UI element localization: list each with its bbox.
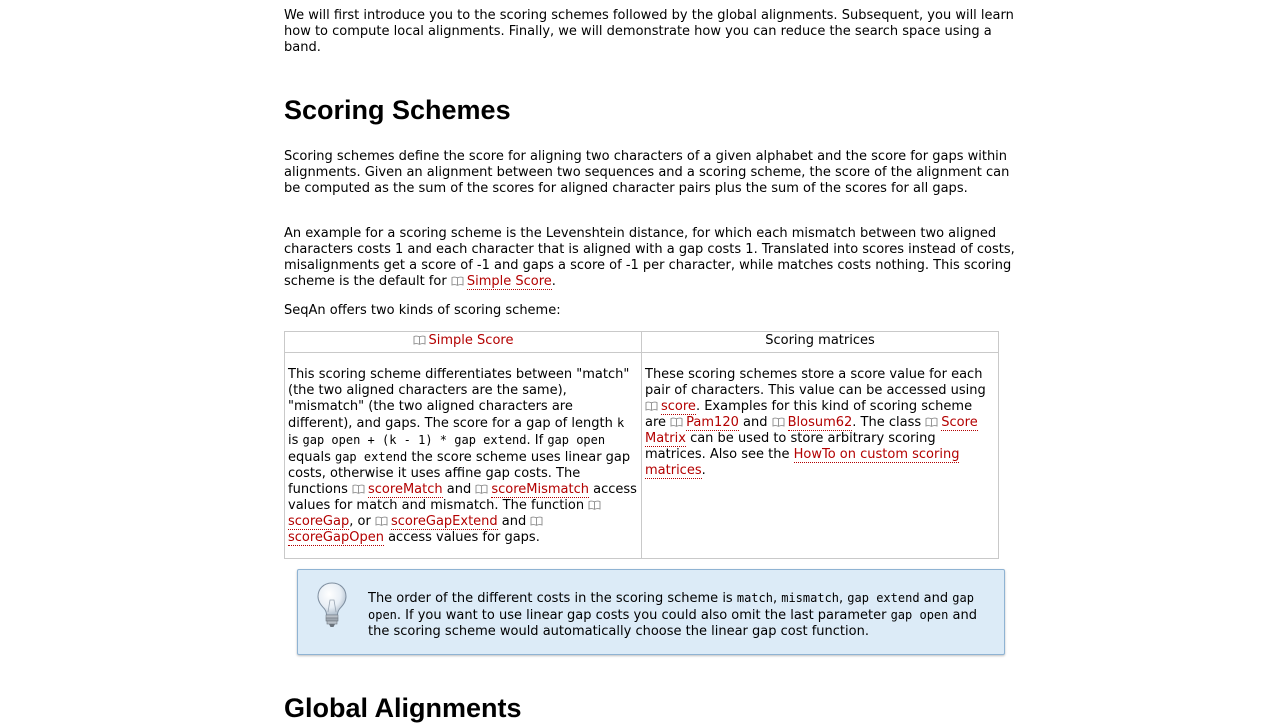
- code-gap-open: gap open: [890, 608, 949, 622]
- text: and: [738, 415, 772, 430]
- code-gap-open: gap open: [547, 433, 606, 447]
- tip-note-text: The order of the different costs in the …: [368, 590, 993, 640]
- text: .: [701, 463, 706, 478]
- score-gap-link[interactable]: scoreGap: [288, 514, 350, 530]
- levenshtein-paragraph: An example for a scoring scheme is the L…: [284, 226, 1019, 290]
- book-icon: [925, 417, 938, 427]
- text: equals: [288, 450, 335, 465]
- table-header-simple-score: Simple Score: [284, 331, 642, 353]
- text: The order of the different costs in the …: [368, 591, 737, 606]
- book-icon: [451, 276, 464, 286]
- table-header-scoring-matrices: Scoring matrices: [641, 331, 999, 353]
- tip-note-box: The order of the different costs in the …: [297, 569, 1005, 655]
- code-gap-formula: gap open + (k - 1) * gap extend: [302, 433, 527, 447]
- pam120-link[interactable]: Pam120: [686, 415, 739, 431]
- scoring-kinds-table: Simple Score Scoring matrices This scori…: [284, 331, 999, 559]
- text: and: [442, 482, 476, 497]
- text: ,: [772, 591, 782, 606]
- period: .: [551, 274, 556, 289]
- book-icon: [530, 516, 543, 526]
- text: is: [288, 433, 303, 448]
- scoring-matrices-description: These scoring schemes store a score valu…: [641, 352, 999, 559]
- lightbulb-icon: [317, 582, 347, 627]
- book-icon: [375, 516, 388, 526]
- section-title-scoring-schemes: Scoring Schemes: [284, 95, 511, 125]
- levenshtein-text: An example for a scoring scheme is the L…: [284, 226, 1015, 289]
- kinds-paragraph: SeqAn offers two kinds of scoring scheme…: [284, 303, 561, 318]
- simple-score-description: This scoring scheme differentiates betwe…: [284, 352, 642, 559]
- text: and: [497, 514, 531, 529]
- score-link[interactable]: score: [661, 399, 696, 415]
- blosum62-link[interactable]: Blosum62: [787, 415, 853, 431]
- text: . The class: [852, 415, 926, 430]
- code-match: match: [736, 591, 773, 605]
- code-gap-extend: gap extend: [334, 450, 408, 464]
- text: . If you want to use linear gap costs yo…: [396, 608, 891, 623]
- score-gap-extend-link[interactable]: scoreGapExtend: [390, 514, 498, 530]
- book-icon: [670, 417, 683, 427]
- code-k: k: [616, 416, 625, 430]
- score-mismatch-link[interactable]: scoreMismatch: [491, 482, 590, 498]
- score-match-link[interactable]: scoreMatch: [368, 482, 443, 498]
- book-icon: [475, 484, 488, 494]
- scoring-schemes-paragraph: Scoring schemes define the score for ali…: [284, 149, 1010, 196]
- simple-score-link[interactable]: Simple Score: [466, 274, 552, 290]
- text: . If: [526, 433, 548, 448]
- text: and: [919, 591, 953, 606]
- code-gap-extend: gap extend: [847, 591, 920, 605]
- code-mismatch: mismatch: [781, 591, 840, 605]
- simple-score-header-link[interactable]: Simple Score: [429, 333, 514, 348]
- book-icon: [588, 500, 601, 510]
- text: , or: [349, 514, 375, 529]
- text: access values for gaps.: [383, 530, 540, 545]
- book-icon: [772, 417, 785, 427]
- text: This scoring scheme differentiates betwe…: [288, 367, 630, 431]
- book-icon: [352, 484, 365, 494]
- section-title-global-alignments: Global Alignments: [284, 693, 522, 723]
- text: These scoring schemes store a score valu…: [645, 367, 986, 398]
- score-gap-open-link[interactable]: scoreGapOpen: [288, 530, 384, 546]
- doc-content: We will first introduce you to the scori…: [284, 8, 1019, 723]
- intro-paragraph: We will first introduce you to the scori…: [284, 8, 1014, 55]
- book-icon: [645, 401, 658, 411]
- book-icon: [413, 335, 426, 345]
